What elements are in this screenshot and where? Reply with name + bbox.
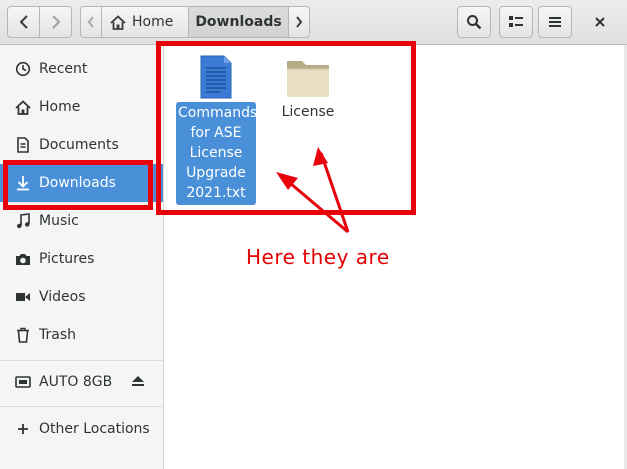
file-manager-window: Home Downloads Recent Home Documents Dow… <box>0 0 627 469</box>
annotation-text: Here they are <box>246 245 390 269</box>
annotation-arrows <box>276 147 350 234</box>
